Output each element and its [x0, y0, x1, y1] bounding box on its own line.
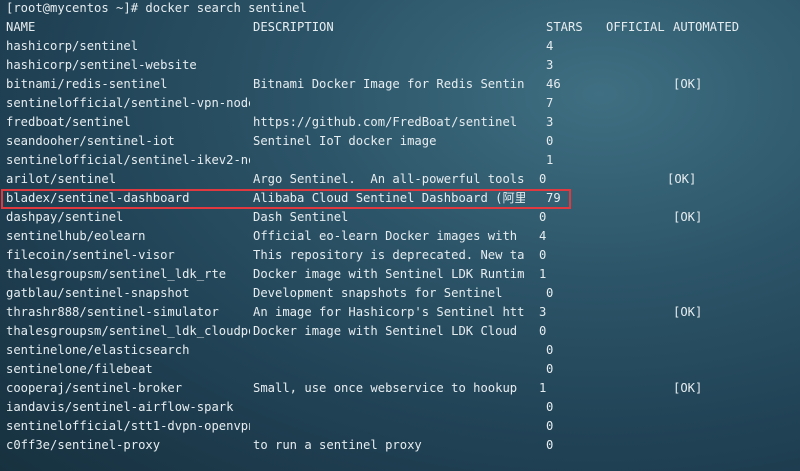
image-stars: 1	[539, 381, 547, 395]
table-row: hashicorp/sentinel 4	[6, 37, 796, 56]
image-stars: 4	[539, 229, 547, 243]
table-row: filecoin/sentinel-visor This repository i…	[6, 246, 796, 265]
image-stars: 0	[539, 210, 547, 224]
image-description: Official eo-learn Docker images with Jup…	[253, 229, 525, 243]
image-description: This repository is deprecated. New tags …	[253, 248, 525, 262]
image-stars: 0	[546, 400, 554, 414]
table-row: sentinelofficial/sentinel-ikev2-node 1	[6, 151, 796, 170]
image-description: Argo Sentinel. An all-powerful toolset f…	[253, 172, 525, 186]
table-row: iandavis/sentinel-airflow-spark 0	[6, 398, 796, 417]
image-automated: [OK]	[673, 77, 703, 91]
image-name: sentinelofficial/stt1-dvpn-openvpn	[6, 419, 250, 433]
image-name: sentinelofficial/sentinel-vpn-node	[6, 96, 250, 110]
table-row: cooperaj/sentinel-broker Small, use once …	[6, 379, 796, 398]
table-row: sentinelhub/eolearn Official eo-learn Doc…	[6, 227, 796, 246]
image-name: seandooher/sentinel-iot	[6, 134, 175, 148]
table-row: sentinelofficial/sentinel-vpn-node 7	[6, 94, 796, 113]
table-row: sentinelone/elasticsearch 0	[6, 341, 796, 360]
image-stars: 46	[546, 77, 561, 91]
image-description: Dash Sentinel	[253, 210, 349, 224]
image-name: sentinelhub/eolearn	[6, 229, 146, 243]
header-automated: AUTOMATED	[673, 20, 740, 34]
image-name: iandavis/sentinel-airflow-spark	[6, 400, 234, 414]
table-row: thrashr888/sentinel-simulator An image fo…	[6, 303, 796, 322]
image-description: Sentinel IoT docker image	[253, 134, 437, 148]
header-official: OFFICIAL	[606, 20, 665, 34]
image-description: Docker image with Sentinel LDK Runtime v…	[253, 267, 525, 281]
table-row: gatblau/sentinel-snapshot Development sna…	[6, 284, 796, 303]
image-name: cooperaj/sentinel-broker	[6, 381, 183, 395]
table-row: dashpay/sentinel Dash Sentinel 0 [OK]	[6, 208, 796, 227]
image-stars: 0	[546, 419, 554, 433]
table-row: fredboat/sentinel https://github.com/Fred…	[6, 113, 796, 132]
table-header: NAME DESCRIPTION STARS OFFICIAL AUTOMATE…	[6, 18, 796, 37]
image-stars: 4	[546, 39, 554, 53]
image-name: c0ff3e/sentinel-proxy	[6, 438, 161, 452]
table-row: seandooher/sentinel-iot Sentinel IoT dock…	[6, 132, 796, 151]
table-row: thalesgroupsm/sentinel_ldk_rte Docker ima…	[6, 265, 796, 284]
image-stars: 0	[539, 248, 547, 262]
image-automated: [OK]	[673, 381, 703, 395]
image-stars: 0	[546, 343, 554, 357]
image-name: dashpay/sentinel	[6, 210, 124, 224]
table-row: sentinelofficial/stt1-dvpn-openvpn 0	[6, 417, 796, 436]
highlight-box	[1, 189, 571, 209]
image-name: thalesgroupsm/sentinel_ldk_rte	[6, 267, 227, 281]
image-stars: 0	[546, 362, 554, 376]
image-stars: 7	[546, 96, 554, 110]
table-row: c0ff3e/sentinel-proxy to run a sentinel p…	[6, 436, 796, 455]
image-description: to run a sentinel proxy	[253, 438, 422, 452]
image-name: thalesgroupsm/sentinel_ldk_cloudportal	[6, 324, 250, 338]
image-description: https://github.com/FredBoat/sentinel	[253, 115, 518, 129]
image-description: Bitnami Docker Image for Redis Sentinel	[253, 77, 525, 91]
image-name: hashicorp/sentinel	[6, 39, 139, 53]
table-row: arilot/sentinel Argo Sentinel. An all-pow…	[6, 170, 796, 189]
image-name: hashicorp/sentinel-website	[6, 58, 197, 72]
image-name: sentinelofficial/sentinel-ikev2-node	[6, 153, 250, 167]
image-description: An image for Hashicorp's Sentinel https:…	[253, 305, 525, 319]
table-row: thalesgroupsm/sentinel_ldk_cloudportalDo…	[6, 322, 796, 341]
image-stars: 0	[546, 438, 554, 452]
terminal-window[interactable]: [root@mycentos ~]# docker search sentine…	[0, 0, 800, 471]
image-name: bitnami/redis-sentinel	[6, 77, 168, 91]
command-prompt: [root@mycentos ~]# docker search sentine…	[6, 1, 307, 15]
table-row: sentinelone/filebeat 0	[6, 360, 796, 379]
table-row: hashicorp/sentinel-website 3	[6, 56, 796, 75]
header-stars: STARS	[546, 20, 583, 34]
image-name: sentinelone/filebeat	[6, 362, 153, 376]
table-row: bitnami/redis-sentinel Bitnami Docker Ima…	[6, 75, 796, 94]
image-description: Docker image with Sentinel LDK Cloud Por…	[253, 324, 525, 338]
image-description: Small, use once webservice to hookup a R…	[253, 381, 525, 395]
image-stars: 0	[546, 286, 554, 300]
image-automated: [OK]	[673, 305, 703, 319]
image-name: sentinelone/elasticsearch	[6, 343, 190, 357]
image-stars: 0	[539, 172, 547, 186]
image-stars: 0	[539, 324, 547, 338]
image-stars: 3	[546, 115, 554, 129]
header-description: DESCRIPTION	[253, 20, 334, 34]
image-name: gatblau/sentinel-snapshot	[6, 286, 190, 300]
image-stars: 1	[546, 153, 554, 167]
header-name: NAME	[6, 20, 36, 34]
image-stars: 1	[539, 267, 547, 281]
image-stars: 3	[539, 305, 547, 319]
image-stars: 3	[546, 58, 554, 72]
image-name: filecoin/sentinel-visor	[6, 248, 175, 262]
image-description: Development snapshots for Sentinel	[253, 286, 503, 300]
image-automated: [OK]	[667, 172, 697, 186]
image-name: thrashr888/sentinel-simulator	[6, 305, 219, 319]
image-name: fredboat/sentinel	[6, 115, 131, 129]
image-stars: 0	[546, 134, 554, 148]
image-automated: [OK]	[673, 210, 703, 224]
image-name: arilot/sentinel	[6, 172, 117, 186]
